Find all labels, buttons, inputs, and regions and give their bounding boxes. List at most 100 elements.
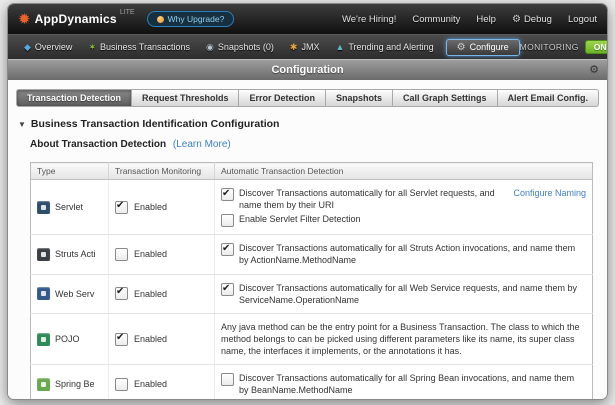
nav-item-overview[interactable]: ◆ Overview <box>16 42 80 52</box>
type-label: Struts Acti <box>55 249 96 259</box>
header-link-label: Debug <box>524 14 552 25</box>
type-label: Servlet <box>55 202 83 212</box>
servlet-icon <box>37 201 50 214</box>
header-links: ⚙ We're Hiring! ⚙ Community ⚙ Help ⚙ Deb… <box>342 14 597 25</box>
main-nav-bar: ◆ Overview ✶ Business Transactions ◉ Sna… <box>8 34 607 59</box>
type-label: POJO <box>55 334 80 344</box>
business-transactions-icon: ✶ <box>88 43 96 52</box>
detection-text: Discover Transactions automatically for … <box>239 187 498 211</box>
tab-snapshots[interactable]: Snapshots <box>326 89 393 107</box>
monitoring-on-toggle[interactable]: ON <box>585 40 608 54</box>
monitoring-label: MONITORING <box>520 42 579 52</box>
column-header-automatic-transaction-detection: Automatic Transaction Detection <box>215 163 593 180</box>
detection-cell: Discover Transactions automatically for … <box>215 235 593 274</box>
detection-text: Enable Servlet Filter Detection <box>239 213 361 225</box>
nav-item-label: Snapshots (0) <box>218 42 274 52</box>
tab-error-detection[interactable]: Error Detection <box>239 89 326 107</box>
learn-more-link[interactable]: (Learn More) <box>173 139 231 150</box>
header-link-label: Logout <box>568 14 597 25</box>
monitoring-checkbox[interactable] <box>115 201 128 214</box>
enabled-label: Enabled <box>134 202 167 212</box>
detection-line: Discover Transactions automatically for … <box>221 187 586 211</box>
appdynamics-window: ✹ AppDynamics LITE Why Upgrade? ⚙ We're … <box>7 3 608 400</box>
overview-icon: ◆ <box>24 43 31 52</box>
detection-line: Any java method can be the entry point f… <box>221 321 586 357</box>
table-body: Servlet Enabled Discover Transactions au… <box>31 180 593 401</box>
configure-button[interactable]: ⚙ Configure <box>446 39 520 56</box>
configure-naming-link[interactable]: Configure Naming <box>513 187 586 199</box>
nav-item-label: JMX <box>301 42 319 52</box>
nav-item-label: Overview <box>35 42 73 52</box>
header-link-logout[interactable]: ⚙ Logout <box>568 14 597 25</box>
detection-text: Discover Transactions automatically for … <box>239 372 586 396</box>
detection-line: Discover Transactions automatically for … <box>221 372 586 396</box>
nav-items: ◆ Overview ✶ Business Transactions ◉ Sna… <box>16 42 442 52</box>
detection-cell: Discover Transactions automatically for … <box>215 365 593 400</box>
why-upgrade-button[interactable]: Why Upgrade? <box>147 11 235 27</box>
top-header-bar: ✹ AppDynamics LITE Why Upgrade? ⚙ We're … <box>8 4 607 34</box>
header-link-debug[interactable]: ⚙ Debug <box>512 14 552 25</box>
settings-gear-icon[interactable]: ⚙ <box>589 63 599 76</box>
type-label: Spring Be <box>55 379 95 389</box>
enabled-label: Enabled <box>134 249 167 259</box>
nav-item-business-transactions[interactable]: ✶ Business Transactions <box>80 42 198 52</box>
monitoring-checkbox[interactable] <box>115 378 128 391</box>
nav-right-controls: MONITORING ON TIME RANGE last 30 minutes… <box>520 35 608 59</box>
nav-item-trending-alerting[interactable]: ▲ Trending and Alerting <box>327 42 441 52</box>
trending-chart-icon: ▲ <box>335 43 344 52</box>
table-row: Web Serv Enabled Discover Transactions a… <box>31 274 593 313</box>
nav-item-snapshots[interactable]: ◉ Snapshots (0) <box>198 42 282 52</box>
detection-checkbox[interactable] <box>221 283 234 296</box>
tab-transaction-detection[interactable]: Transaction Detection <box>16 89 132 107</box>
brand-edition: LITE <box>120 9 135 16</box>
upgrade-orb-icon <box>157 16 164 23</box>
table-row: Servlet Enabled Discover Transactions au… <box>31 180 593 235</box>
table-row: Spring Be Enabled Discover Transactions … <box>31 365 593 400</box>
monitoring-checkbox[interactable] <box>115 248 128 261</box>
monitoring-checkbox[interactable] <box>115 287 128 300</box>
tab-alert-email-config[interactable]: Alert Email Config. <box>498 89 600 107</box>
header-link-community[interactable]: ⚙ Community <box>412 14 460 25</box>
tab-request-thresholds[interactable]: Request Thresholds <box>132 89 240 107</box>
gear-icon: ⚙ <box>512 14 521 25</box>
appdynamics-logo-icon: ✹ <box>18 12 31 27</box>
about-label: About Transaction Detection <box>30 139 166 150</box>
detection-cell: Discover Transactions automatically for … <box>215 274 593 313</box>
page-title: Configuration <box>271 64 343 76</box>
enabled-label: Enabled <box>134 334 167 344</box>
detection-line: Enable Servlet Filter Detection <box>221 213 586 227</box>
nav-item-label: Trending and Alerting <box>348 42 433 52</box>
jmx-icon: ✱ <box>290 43 298 52</box>
nav-item-jmx[interactable]: ✱ JMX <box>282 42 328 52</box>
header-link-help[interactable]: ⚙ Help <box>476 14 496 25</box>
header-link-label: Community <box>412 14 460 25</box>
detection-checkbox[interactable] <box>221 243 234 256</box>
camera-icon: ◉ <box>206 43 214 52</box>
configure-gear-icon: ⚙ <box>457 42 466 53</box>
detection-text: Discover Transactions automatically for … <box>239 242 586 266</box>
why-upgrade-label: Why Upgrade? <box>168 14 225 24</box>
nav-item-label: Business Transactions <box>100 42 190 52</box>
spring-bean-icon <box>37 378 50 391</box>
detection-checkbox[interactable] <box>221 214 234 227</box>
detection-cell: Discover Transactions automatically for … <box>215 180 593 235</box>
header-link-were-hiring[interactable]: ⚙ We're Hiring! <box>342 14 396 25</box>
detection-checkbox[interactable] <box>221 188 234 201</box>
struts-action-icon <box>37 248 50 261</box>
content-area: Transaction Detection Request Thresholds… <box>8 89 607 400</box>
enabled-label: Enabled <box>134 379 167 389</box>
type-label: Web Serv <box>55 289 94 299</box>
pojo-icon <box>37 333 50 346</box>
about-line: About Transaction Detection (Learn More) <box>30 139 607 150</box>
detection-text: Discover Transactions automatically for … <box>239 282 586 306</box>
detection-line: Discover Transactions automatically for … <box>221 242 586 266</box>
section-title: Business Transaction Identification Conf… <box>31 118 280 130</box>
column-header-type: Type <box>31 163 109 180</box>
web-service-icon <box>37 287 50 300</box>
detection-checkbox[interactable] <box>221 373 234 386</box>
brand-name: AppDynamics <box>35 12 117 26</box>
section-header-business-transaction-identification[interactable]: ▼ Business Transaction Identification Co… <box>18 118 607 130</box>
monitoring-checkbox[interactable] <box>115 333 128 346</box>
detection-line: Discover Transactions automatically for … <box>221 282 586 306</box>
tab-call-graph-settings[interactable]: Call Graph Settings <box>393 89 498 107</box>
